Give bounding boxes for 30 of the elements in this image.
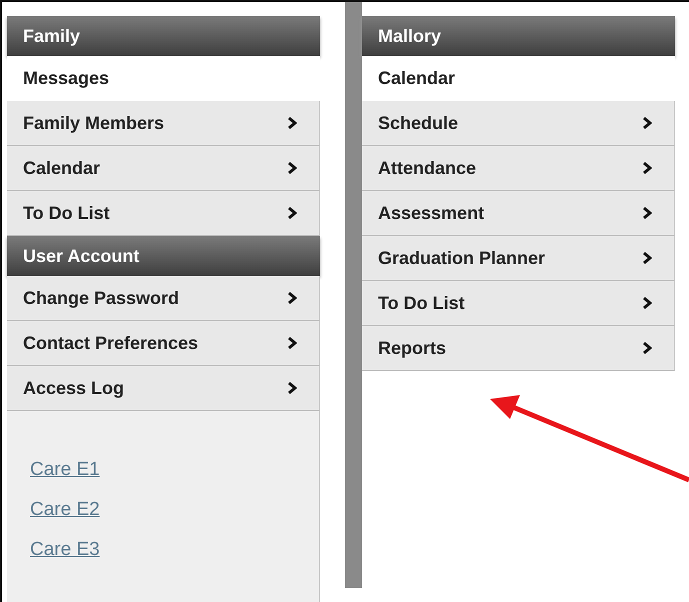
chevron-right-icon — [642, 161, 652, 175]
chevron-right-icon — [642, 116, 652, 130]
chevron-right-icon — [287, 206, 297, 220]
chevron-right-icon — [287, 381, 297, 395]
chevron-right-icon — [642, 251, 652, 265]
menu-item[interactable]: Change Password — [7, 276, 320, 321]
chevron-right-icon — [642, 341, 652, 355]
care-link[interactable]: Care E2 — [30, 499, 100, 521]
chevron-right-icon — [287, 336, 297, 350]
chevron-right-icon — [642, 206, 652, 220]
chevron-right-icon — [287, 161, 297, 175]
menu-item[interactable]: Calendar — [7, 146, 320, 191]
menu-section-header: Mallory — [362, 16, 675, 56]
care-link[interactable]: Care E3 — [30, 539, 100, 561]
chevron-right-icon — [287, 291, 297, 305]
menu-item[interactable]: Graduation Planner — [362, 236, 675, 281]
care-link[interactable]: Care E1 — [30, 459, 100, 481]
menu-item[interactable]: Schedule — [362, 101, 675, 146]
menu-item[interactable]: Contact Preferences — [7, 321, 320, 366]
chevron-right-icon — [642, 296, 652, 310]
menu-item[interactable]: To Do List — [362, 281, 675, 326]
menu-item[interactable]: Attendance — [362, 146, 675, 191]
menu-item[interactable]: Family Members — [7, 101, 320, 146]
menu-item[interactable]: Access Log — [7, 366, 320, 411]
menu-item[interactable]: Reports — [362, 326, 675, 371]
menu-section-header: Family — [7, 16, 320, 56]
menu-item[interactable]: To Do List — [7, 191, 320, 236]
chevron-right-icon — [287, 116, 297, 130]
menu-item[interactable]: Assessment — [362, 191, 675, 236]
menu-section-header: User Account — [7, 236, 320, 276]
